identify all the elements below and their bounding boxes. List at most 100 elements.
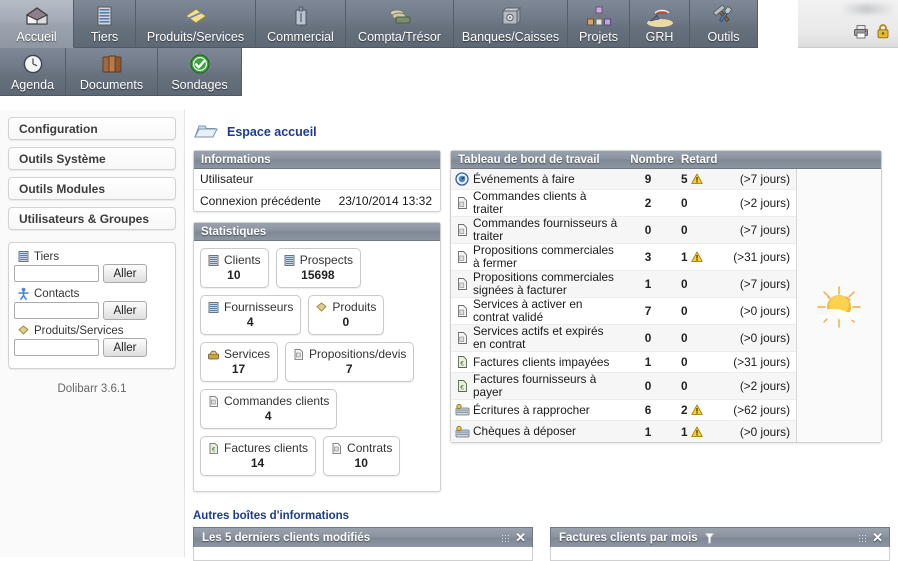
building-icon — [90, 3, 120, 29]
dashboard-row[interactable]: Événements à faire 9 5 (>7 jours) — [451, 169, 796, 190]
dashboard-row[interactable]: Propositions commerciales à fermer 3 1 (>31… — [451, 244, 796, 271]
warning-icon — [690, 173, 703, 185]
page-title: Espace accueil — [185, 110, 898, 144]
stat-label: Commandes clients — [224, 394, 330, 408]
sun-cloud-icon — [808, 285, 870, 333]
stat-value: 17 — [231, 362, 246, 376]
sidebar-item-utilisateurs-groupes[interactable]: Utilisateurs & Groupes — [8, 207, 176, 230]
sidebar-item-outils-modules[interactable]: Outils Modules — [8, 177, 176, 200]
order-icon — [451, 196, 473, 210]
app-version-label: Dolibarr 3.6.1 — [57, 383, 127, 395]
dashboard-row-late-value: 0 — [681, 223, 688, 237]
dashboard-row-label: Écritures à rapprocher — [473, 402, 590, 417]
bank-icon — [451, 425, 473, 439]
lock-icon[interactable] — [876, 23, 890, 39]
stat-card-services[interactable]: Services 17 — [200, 342, 279, 382]
dashboard-row-label: Propositions commerciales signées à fact… — [473, 270, 614, 297]
main-menu-label: GRH — [645, 30, 674, 44]
dashboard-row-late-value: 0 — [681, 355, 688, 369]
stat-value: 10 — [354, 456, 368, 470]
dashboard-row[interactable]: € Factures fournisseurs à payer 0 0 (>2 jour… — [451, 373, 796, 400]
dashboard-row-delay: (>7 jours) — [739, 172, 790, 186]
search-input-produits-services[interactable] — [14, 339, 99, 356]
info-row-connexion-precedente: Connexion précédente 23/10/2014 13:32 — [194, 190, 440, 211]
dashboard-row-late: 1 — [673, 425, 717, 439]
search-go-button-contacts[interactable]: Aller — [103, 301, 147, 320]
sidebar-item-label: Configuration — [19, 122, 98, 136]
main-menu-compta-treso[interactable]: Compta/Trésor — [346, 0, 454, 48]
main-menu-banques-caisses[interactable]: Banques/Caisses — [454, 0, 568, 48]
main-menu-tiers[interactable]: Tiers — [74, 0, 136, 48]
dashboard-row-label: Chèques à déposer — [473, 424, 576, 438]
info-value: 23/10/2014 13:32 — [338, 193, 432, 208]
informations-panel: Informations Utilisateur Connexion précé… — [193, 150, 441, 212]
stat-card-produits[interactable]: Produits 0 — [308, 295, 385, 335]
invoice-icon: € — [451, 355, 473, 369]
info-box-body — [193, 547, 533, 561]
search-label-text: Tiers — [34, 250, 60, 263]
search-go-button-tiers[interactable]: Aller — [103, 264, 147, 283]
main-menu-label: Produits/Services — [146, 30, 245, 44]
drag-handle-icon[interactable] — [858, 533, 867, 542]
sidebar-item-configuration[interactable]: Configuration — [8, 117, 176, 140]
stat-card-fournisseurs[interactable]: Fournisseurs 4 — [200, 295, 302, 335]
statistiques-panel: Statistiques Clients 10 Prospects 15698 … — [193, 222, 441, 492]
main-menu-outils[interactable]: Outils — [690, 0, 758, 48]
main-menu-label: Documents — [79, 78, 144, 92]
proposal-icon — [292, 348, 305, 361]
stat-card-contrats[interactable]: Contrats 10 — [323, 436, 401, 476]
dashboard-row-late-value: 0 — [681, 379, 688, 393]
dashboard-row-label: Services actifs et expirés en contrat — [473, 324, 604, 351]
main-content: Espace accueil Informations Utilisateur … — [185, 110, 898, 561]
stat-card-commandes-clients[interactable]: Commandes clients 4 — [200, 389, 338, 429]
stat-line: Fournisseurs 4 Produits 0 — [200, 295, 434, 335]
dashboard-row-delay: (>7 jours) — [739, 223, 790, 237]
main-menu-commercial[interactable]: Commercial — [256, 0, 346, 48]
dashboard-row[interactable]: Commandes fournisseurs à traiter 0 0 (>7 jo… — [451, 217, 796, 244]
stat-card-clients[interactable]: Clients 10 — [200, 248, 269, 288]
stat-line: Commandes clients 4 — [200, 389, 434, 429]
main-menu-sondages[interactable]: Sondages — [158, 48, 242, 96]
main-menu-produits-services[interactable]: Produits/Services — [136, 0, 256, 48]
stat-card-prospects[interactable]: Prospects 15698 — [275, 248, 362, 288]
dashboard-row-delay: (>0 jours) — [739, 424, 790, 439]
sidebar-item-outils-systeme[interactable]: Outils Système — [8, 147, 176, 170]
main-menu-label: Compta/Trésor — [358, 30, 441, 44]
sidebar-item-label: Utilisateurs & Groupes — [19, 212, 150, 226]
main-menu-label: Agenda — [10, 78, 55, 92]
dashboard-row[interactable]: Commandes clients à traiter 2 0 (>2 jours) — [451, 190, 796, 217]
dashboard-row[interactable]: Services à activer en contrat validé 7 0 (>… — [451, 298, 796, 325]
dashboard-row-label: Propositions commerciales à fermer — [473, 243, 614, 270]
dashboard-row-count: 0 — [644, 379, 652, 393]
close-icon[interactable]: ✕ — [515, 531, 526, 544]
dashboard-row-label: Commandes clients à traiter — [473, 189, 587, 216]
stat-card-propositions-devis[interactable]: Propositions/devis 7 — [285, 342, 415, 382]
search-row-tiers: Aller — [14, 264, 170, 283]
top-right-toolbar — [798, 0, 898, 48]
main-menu-projets[interactable]: Projets — [568, 0, 630, 48]
close-icon[interactable]: ✕ — [872, 531, 883, 544]
contract-icon — [451, 331, 473, 345]
event-icon — [451, 172, 473, 186]
main-menu-documents[interactable]: Documents — [66, 48, 158, 96]
search-label-tiers: Tiers — [17, 250, 170, 263]
main-menu-accueil[interactable]: Accueil — [0, 0, 74, 48]
dashboard-row[interactable]: Propositions commerciales signées à fact… — [451, 271, 796, 298]
dashboard-row[interactable]: Services actifs et expirés en contrat 0 0 (… — [451, 325, 796, 352]
quick-search-panel: Tiers Aller Contacts Aller Produits/Serv… — [8, 242, 176, 369]
search-go-button-produits-services[interactable]: Aller — [103, 338, 147, 357]
search-input-contacts[interactable] — [14, 302, 99, 319]
dashboard-row[interactable]: € Factures clients impayées 1 0 (>31 jours) — [451, 352, 796, 373]
help-icon[interactable] — [703, 531, 716, 545]
search-input-tiers[interactable] — [14, 265, 99, 282]
dashboard-row-late-value: 1 — [681, 424, 688, 439]
dashboard-row[interactable]: Chèques à déposer 1 1 (>0 jours) — [451, 421, 796, 442]
drag-handle-icon[interactable] — [501, 533, 510, 542]
dashboard-row[interactable]: Écritures à rapprocher 6 2 (>62 jours) — [451, 400, 796, 421]
printer-icon[interactable] — [853, 24, 869, 39]
person-icon — [17, 287, 30, 300]
main-menu-grh[interactable]: GRH — [630, 0, 690, 48]
stat-card-factures-clients[interactable]: € Factures clients 14 — [200, 436, 317, 476]
search-label-produits-services: Produits/Services — [17, 324, 170, 337]
main-menu-agenda[interactable]: Agenda — [0, 48, 66, 96]
